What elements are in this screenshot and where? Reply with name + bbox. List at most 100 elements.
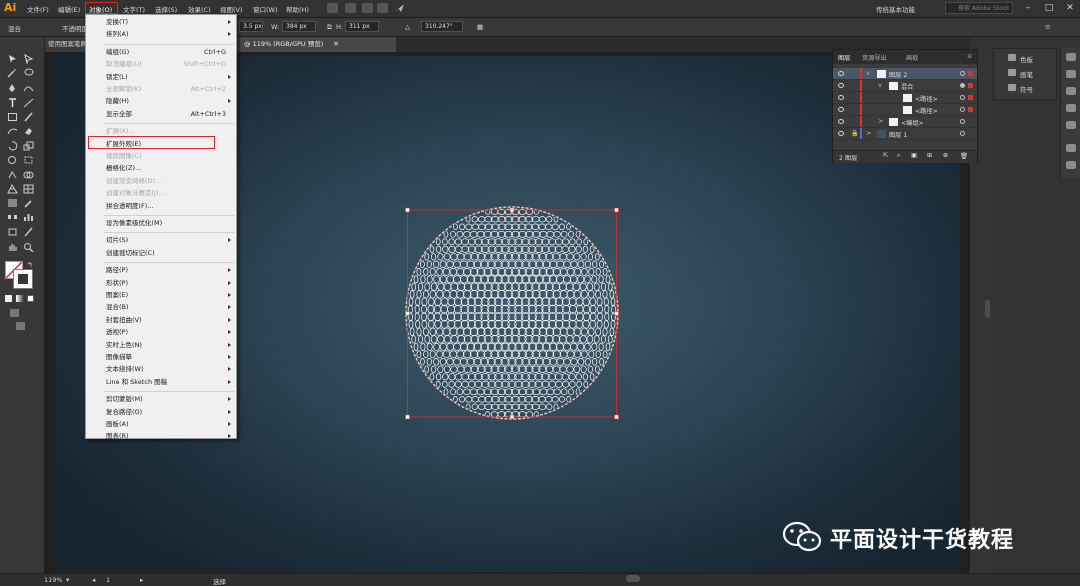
object-menu-item[interactable]: 图案(E) xyxy=(106,290,128,300)
object-menu-item[interactable]: 透视(P) xyxy=(106,327,128,337)
puppet-warp-tool-icon[interactable] xyxy=(7,170,18,180)
lasso-tool-icon[interactable] xyxy=(23,68,34,78)
swatches-panel-button[interactable]: 色板 xyxy=(1008,54,1033,64)
layer-row[interactable]: v 图层 2 xyxy=(833,68,977,80)
object-menu-item[interactable]: 隐藏(H) xyxy=(106,96,129,106)
layer-target-icon[interactable] xyxy=(960,119,965,124)
eyedropper-tool-icon[interactable] xyxy=(23,198,34,208)
transparency-panel-icon[interactable] xyxy=(1066,121,1076,129)
menu-window[interactable]: 窗口(W) xyxy=(253,4,278,14)
arrange-documents-icon[interactable] xyxy=(362,3,373,13)
layer-target-icon[interactable] xyxy=(960,95,965,100)
eraser-tool-icon[interactable] xyxy=(23,126,34,136)
make-clipping-mask-icon[interactable]: ▣ xyxy=(911,152,917,159)
layer-row[interactable]: <路径> xyxy=(833,92,977,104)
panel-menu-icon[interactable]: ≡ xyxy=(1045,23,1050,31)
object-menu-item[interactable]: 设为像素级优化(M) xyxy=(106,218,162,228)
visibility-eye-icon[interactable] xyxy=(838,131,844,136)
visibility-eye-icon[interactable] xyxy=(838,71,844,76)
type-tool-icon[interactable] xyxy=(7,98,18,108)
object-menu-item[interactable]: 形状(P) xyxy=(106,278,128,288)
slice-tool-icon[interactable] xyxy=(23,227,34,237)
link-icon[interactable]: ⧉ xyxy=(327,23,332,32)
pen-tool-icon[interactable] xyxy=(7,83,18,93)
zoom-tool-icon[interactable] xyxy=(23,242,34,252)
free-transform-tool-icon[interactable] xyxy=(23,155,34,165)
object-menu-item[interactable]: 栅格化(Z)... xyxy=(106,163,141,173)
object-menu-item[interactable]: Line 和 Sketch 图稿 xyxy=(106,377,167,387)
bridge-icon[interactable] xyxy=(327,3,338,13)
layer-target-icon[interactable] xyxy=(960,107,965,112)
paintbrush-tool-icon[interactable] xyxy=(23,112,34,122)
menu-select[interactable]: 选择(S) xyxy=(155,4,177,14)
menu-edit[interactable]: 编辑(E) xyxy=(58,4,80,14)
rectangle-tool-icon[interactable] xyxy=(7,112,18,122)
blend-tool-icon[interactable] xyxy=(7,212,18,222)
layer-selection-indicator[interactable] xyxy=(968,107,973,112)
brushes-panel-button[interactable]: 画笔 xyxy=(1008,69,1033,79)
symbols-panel-button[interactable]: 符号 xyxy=(1008,84,1033,94)
layer-selection-indicator[interactable] xyxy=(968,83,973,88)
tab-document-2[interactable]: @ 119% (RGB/GPU 预览) ✕ xyxy=(240,37,396,52)
menu-type[interactable]: 文字(T) xyxy=(123,4,145,14)
layer-row[interactable]: 🔒 > 图层 1 xyxy=(833,128,977,140)
curvature-tool-icon[interactable] xyxy=(23,83,34,93)
stock-icon[interactable] xyxy=(345,3,356,13)
scale-tool-icon[interactable] xyxy=(23,141,34,151)
mesh-tool-icon[interactable] xyxy=(23,184,34,194)
object-menu-item[interactable]: 图像描摹 xyxy=(106,352,132,362)
layer-target-icon[interactable] xyxy=(960,71,965,76)
object-menu-item[interactable]: 拼合透明度(F)... xyxy=(106,201,154,211)
tab-layers[interactable]: 图层 xyxy=(838,53,850,62)
gpu-rocket-icon[interactable] xyxy=(394,3,405,13)
column-graph-tool-icon[interactable] xyxy=(23,212,34,222)
none-mode-icon[interactable] xyxy=(27,295,34,302)
expand-chevron-icon[interactable]: v xyxy=(866,69,870,77)
object-menu-item[interactable]: 图表(R) xyxy=(106,431,129,441)
drawing-mode-icon[interactable] xyxy=(10,309,19,317)
layer-row[interactable]: v 混合 xyxy=(833,80,977,92)
object-menu-item[interactable]: 复合路径(O) xyxy=(106,407,142,417)
layer-name[interactable]: 图层 2 xyxy=(889,70,907,79)
magic-wand-tool-icon[interactable] xyxy=(7,68,18,78)
horizontal-scroll-thumb[interactable] xyxy=(626,575,640,582)
locate-object-icon[interactable]: ⌕ xyxy=(897,152,900,160)
height-field[interactable]: 311 px xyxy=(345,21,379,32)
new-sublayer-icon[interactable]: ⊞ xyxy=(927,152,932,159)
delete-layer-icon[interactable]: 🗑 xyxy=(960,152,968,160)
shape-builder-tool-icon[interactable] xyxy=(23,170,34,180)
layer-name[interactable]: <路径> xyxy=(915,94,938,103)
visibility-eye-icon[interactable] xyxy=(838,95,844,100)
direct-selection-tool-icon[interactable] xyxy=(23,54,34,64)
vertical-scroll-thumb[interactable] xyxy=(985,300,990,318)
visibility-eye-icon[interactable] xyxy=(838,83,844,88)
object-menu-item[interactable]: 混合(B) xyxy=(106,302,129,312)
stroke-panel-icon[interactable] xyxy=(1066,87,1076,95)
visibility-eye-icon[interactable] xyxy=(838,119,844,124)
object-menu-item[interactable]: 路径(P) xyxy=(106,265,128,275)
layer-selection-indicator[interactable] xyxy=(968,95,973,100)
warp-tool-icon[interactable] xyxy=(7,155,18,165)
object-menu-item[interactable]: 文本绕排(W) xyxy=(106,364,144,374)
expand-chevron-icon[interactable]: > xyxy=(866,129,871,137)
object-menu-item[interactable]: 切片(S) xyxy=(106,235,128,245)
layers-panel-menu-icon[interactable]: ≡ xyxy=(967,53,972,60)
color-guide-icon[interactable] xyxy=(1066,70,1076,78)
artboard-number[interactable]: 1 xyxy=(106,576,110,584)
layer-name[interactable]: 图层 1 xyxy=(889,130,907,139)
color-panel-icon[interactable] xyxy=(1066,53,1076,61)
layer-row[interactable]: > <编组> xyxy=(833,116,977,128)
maximize-icon[interactable]: □ xyxy=(1042,2,1056,14)
lock-icon[interactable]: 🔒 xyxy=(851,130,858,137)
object-menu-item[interactable]: 显示全部 xyxy=(106,109,132,119)
layer-target-icon[interactable] xyxy=(960,83,965,88)
close-icon[interactable]: ✕ xyxy=(1063,2,1077,14)
swap-fill-stroke-icon[interactable]: ↰ xyxy=(27,261,33,269)
transform-icon[interactable]: ▦ xyxy=(477,23,483,31)
object-menu-item[interactable]: 创建裁切标记(C) xyxy=(106,248,155,258)
shaper-tool-icon[interactable] xyxy=(7,126,18,136)
tab-close-icon[interactable]: ✕ xyxy=(333,40,338,48)
visibility-eye-icon[interactable] xyxy=(838,107,844,112)
object-menu-item[interactable]: 排列(A) xyxy=(106,29,129,39)
brush-icon[interactable] xyxy=(377,3,388,13)
